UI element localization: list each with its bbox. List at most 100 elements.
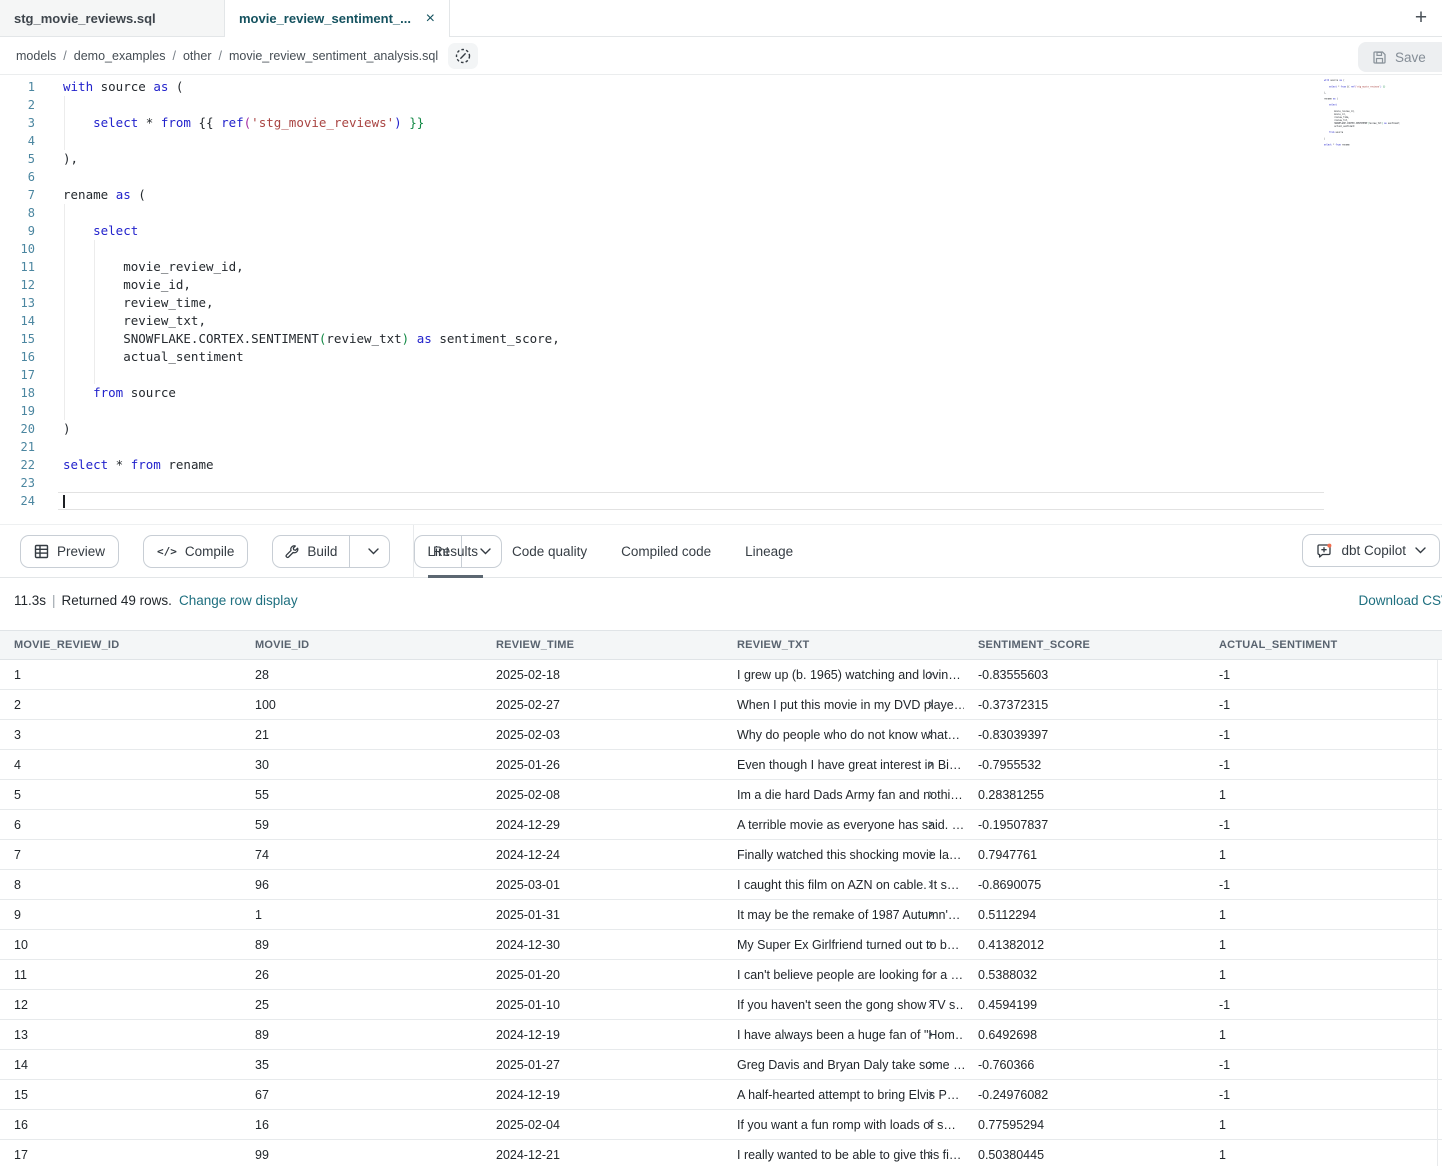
code-line: 8 <box>0 204 1442 222</box>
editor-tab-1[interactable]: stg_movie_reviews.sql <box>0 0 225 36</box>
cell-value: 1 <box>1219 908 1226 922</box>
expand-row-icon[interactable]: › <box>928 1028 933 1042</box>
cell-actual_sentiment: 1 <box>1205 1118 1442 1132</box>
cell-value: 2024-12-19 <box>496 1028 560 1042</box>
cell-value: 16 <box>255 1118 269 1132</box>
close-tab-icon[interactable]: × <box>426 10 435 28</box>
build-dropdown-button[interactable] <box>358 536 389 567</box>
cell-value: 25 <box>255 998 269 1012</box>
build-button[interactable]: Build <box>273 536 350 567</box>
minimap-line <box>1324 149 1399 152</box>
breadcrumb-segment[interactable]: demo_examples <box>74 49 166 63</box>
code-editor[interactable]: 1with source as (23 select * from {{ ref… <box>0 75 1442 524</box>
expand-row-icon[interactable]: › <box>928 908 933 922</box>
code-line: 5), <box>0 150 1442 168</box>
scrollbar-track[interactable] <box>1437 660 1438 1166</box>
table-row: 1282025-02-18I grew up (b. 1965) watchin… <box>0 660 1442 690</box>
download-csv-link[interactable]: Download CSV <box>1358 593 1442 608</box>
expand-row-icon[interactable]: › <box>928 1118 933 1132</box>
column-header-review_txt[interactable]: REVIEW_TXT <box>723 639 964 651</box>
column-header-actual_sentiment[interactable]: ACTUAL_SENTIMENT <box>1205 639 1442 651</box>
expand-row-icon[interactable]: › <box>928 788 933 802</box>
chevron-down-icon <box>368 548 379 555</box>
line-number: 14 <box>0 312 35 330</box>
expand-row-icon[interactable]: › <box>928 878 933 892</box>
expand-row-icon[interactable]: › <box>928 818 933 832</box>
code-line: 7rename as ( <box>0 186 1442 204</box>
cell-movie_review_id: 16 <box>0 1118 241 1132</box>
breadcrumb-segment[interactable]: other <box>183 49 212 63</box>
cell-sentiment_score: -0.37372315 <box>964 698 1205 712</box>
breadcrumb-segment[interactable]: models <box>16 49 56 63</box>
code-line: 3 select * from {{ ref('stg_movie_review… <box>0 114 1442 132</box>
cell-sentiment_score: 0.28381255 <box>964 788 1205 802</box>
cell-sentiment_score: -0.83555603 <box>964 668 1205 682</box>
expand-row-icon[interactable]: › <box>928 728 933 742</box>
cell-movie_review_id: 10 <box>0 938 241 952</box>
cell-review_txt: It may be the remake of 1987 Autumn'…› <box>723 908 964 922</box>
change-row-display-link[interactable]: Change row display <box>179 593 298 608</box>
tab-compiled-code[interactable]: Compiled code <box>621 525 711 578</box>
tab-code-quality[interactable]: Code quality <box>512 525 587 578</box>
expand-row-icon[interactable]: › <box>928 698 933 712</box>
cell-movie_review_id: 15 <box>0 1088 241 1102</box>
table-row: 11262025-01-20I can't believe people are… <box>0 960 1442 990</box>
compile-button[interactable]: </> Compile <box>143 535 248 568</box>
editor-minimap[interactable]: with source as ( select * from {{ ref('s… <box>1324 79 1400 165</box>
preview-button[interactable]: Preview <box>20 535 119 568</box>
cell-actual_sentiment: 1 <box>1205 848 1442 862</box>
column-header-sentiment_score[interactable]: SENTIMENT_SCORE <box>964 639 1205 651</box>
column-header-movie_id[interactable]: MOVIE_ID <box>241 639 482 651</box>
cell-movie_id: 1 <box>241 908 482 922</box>
tab-results[interactable]: Results <box>433 525 478 578</box>
expand-row-icon[interactable]: › <box>928 758 933 772</box>
cell-review_txt: If you haven't seen the gong show TV s…› <box>723 998 964 1012</box>
expand-row-icon[interactable]: › <box>928 998 933 1012</box>
expand-row-icon[interactable]: › <box>928 938 933 952</box>
cell-value: 59 <box>255 818 269 832</box>
cell-value: -0.83555603 <box>978 668 1048 682</box>
line-number: 8 <box>0 204 35 222</box>
cell-movie_id: 89 <box>241 938 482 952</box>
cell-value: 0.7947761 <box>978 848 1037 862</box>
line-number: 21 <box>0 438 35 456</box>
cell-movie_id: 100 <box>241 698 482 712</box>
line-number: 19 <box>0 402 35 420</box>
line-text: select * from {{ ref('stg_movie_reviews'… <box>63 114 1442 132</box>
expand-row-icon[interactable]: › <box>928 968 933 982</box>
cell-movie_review_id: 3 <box>0 728 241 742</box>
expand-row-icon[interactable]: › <box>928 1148 933 1162</box>
column-header-review_time[interactable]: REVIEW_TIME <box>482 639 723 651</box>
cell-sentiment_score: 0.4594199 <box>964 998 1205 1012</box>
table-icon <box>34 544 49 559</box>
cell-value: If you want a fun romp with loads of s… <box>737 1118 956 1132</box>
cell-value: -0.37372315 <box>978 698 1048 712</box>
tab-lineage[interactable]: Lineage <box>745 525 793 578</box>
save-button[interactable]: Save <box>1358 42 1442 72</box>
cell-review_time: 2024-12-24 <box>482 848 723 862</box>
editor-tab-2[interactable]: movie_review_sentiment_...× <box>225 0 450 37</box>
cell-review_txt: Even though I have great interest in Bi…… <box>723 758 964 772</box>
cell-value: 96 <box>255 878 269 892</box>
breadcrumb-segment[interactable]: movie_review_sentiment_analysis.sql <box>229 49 438 63</box>
cell-value: 3 <box>14 728 21 742</box>
column-header-movie_review_id[interactable]: MOVIE_REVIEW_ID <box>0 639 241 651</box>
cell-value: 100 <box>255 698 276 712</box>
cell-value: -1 <box>1219 998 1230 1012</box>
cell-value: 2025-03-01 <box>496 878 560 892</box>
expand-row-icon[interactable]: › <box>928 668 933 682</box>
line-text: movie_review_id, <box>63 258 1442 276</box>
cell-sentiment_score: -0.8690075 <box>964 878 1205 892</box>
cell-value: -1 <box>1219 1088 1230 1102</box>
expand-row-icon[interactable]: › <box>928 1088 933 1102</box>
dbt-copilot-button[interactable]: dbt Copilot <box>1302 534 1440 567</box>
cell-sentiment_score: -0.19507837 <box>964 818 1205 832</box>
expand-row-icon[interactable]: › <box>928 1058 933 1072</box>
expand-row-icon[interactable]: › <box>928 848 933 862</box>
defer-state-button[interactable] <box>448 43 478 69</box>
chevron-down-icon <box>1415 547 1426 554</box>
cell-value: 26 <box>255 968 269 982</box>
cell-review_time: 2024-12-19 <box>482 1028 723 1042</box>
new-tab-button[interactable]: + <box>1406 3 1436 33</box>
cell-movie_id: 67 <box>241 1088 482 1102</box>
